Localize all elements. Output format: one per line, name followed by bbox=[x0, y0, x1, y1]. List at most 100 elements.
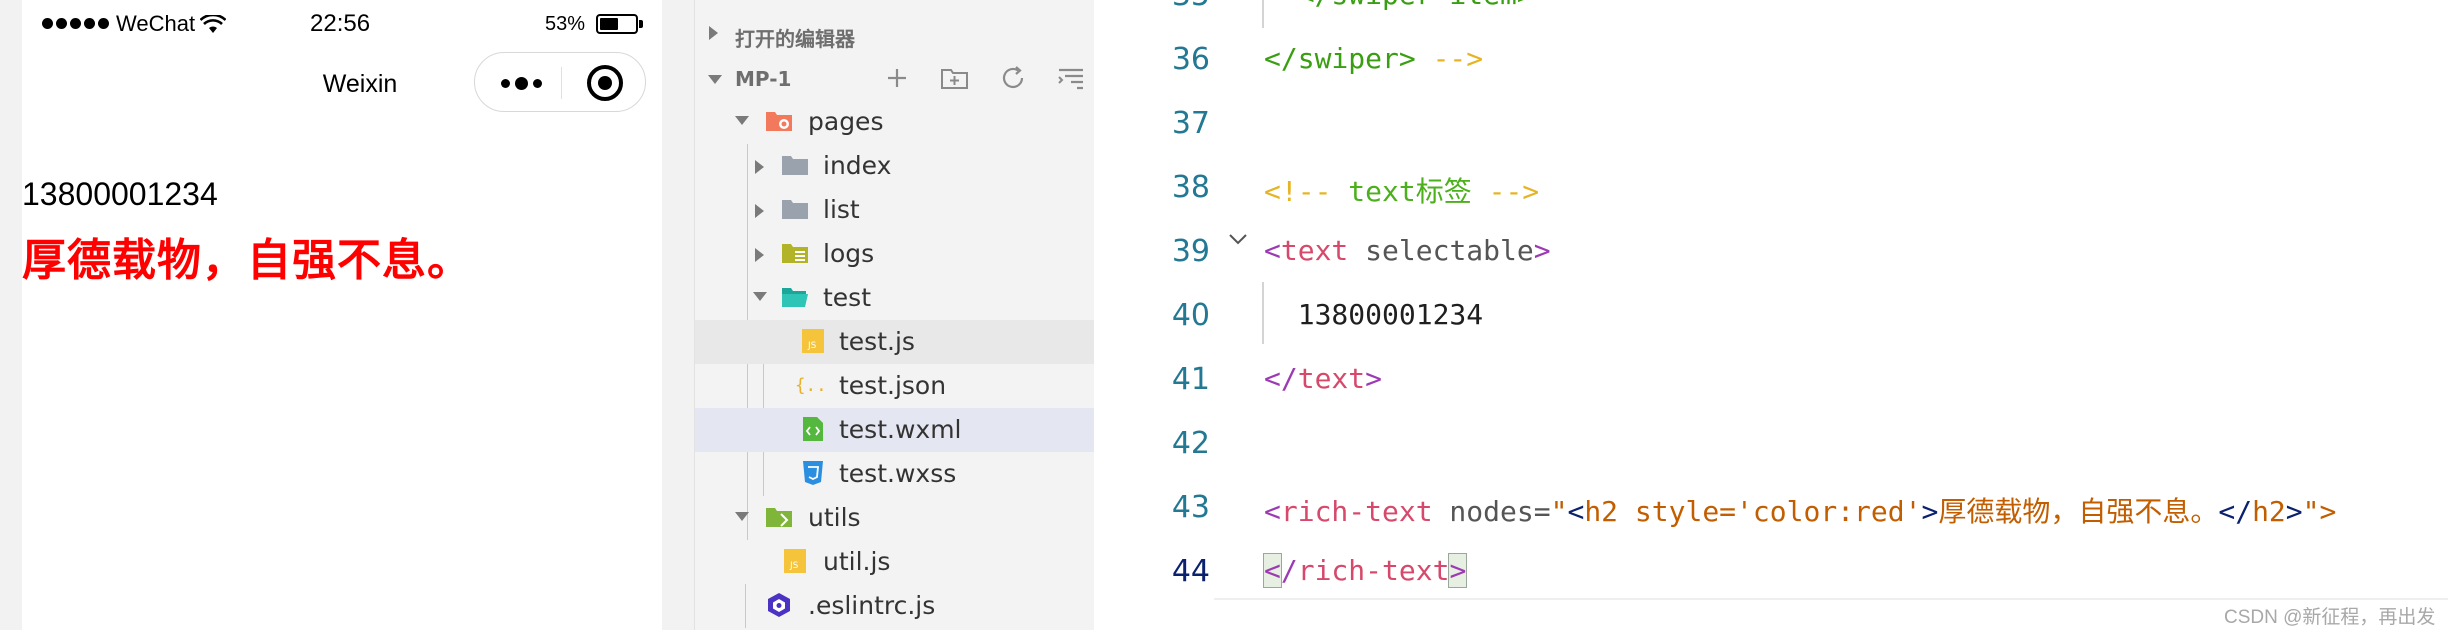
tree-item-utils[interactable]: utils bbox=[695, 496, 1095, 540]
code-token: > bbox=[1448, 553, 1468, 588]
code-token: / bbox=[1280, 554, 1298, 587]
code-editor[interactable]: 35 </swiper-item> 36 </swiper> --> 37 38 <!--… bbox=[1094, 0, 2448, 630]
folder-utils-icon bbox=[766, 508, 792, 527]
code-token: text bbox=[1297, 362, 1366, 395]
code-token: </swiper> bbox=[1264, 42, 1416, 75]
open-editors-section[interactable]: 打开的编辑器 bbox=[695, 12, 1095, 56]
status-time: 22:56 bbox=[310, 10, 371, 37]
chevron-right-icon bbox=[755, 248, 764, 262]
code-token: < bbox=[1264, 234, 1281, 267]
refresh-icon[interactable] bbox=[997, 64, 1029, 92]
code-token: h2 style='color:red' bbox=[1584, 495, 1922, 528]
chevron-down-icon bbox=[708, 75, 722, 84]
folder-pages-icon bbox=[766, 112, 792, 131]
code-token: < bbox=[1264, 495, 1281, 528]
code-token: rich-text bbox=[1280, 495, 1433, 528]
tree-item-logs[interactable]: logs bbox=[695, 232, 1095, 276]
tree-item-util-js[interactable]: JS util.js bbox=[695, 540, 1095, 584]
code-line[interactable]: 38 <!-- text标签 --> bbox=[1094, 156, 2448, 220]
tree-item-pages[interactable]: pages bbox=[695, 100, 1095, 144]
code-line[interactable]: 36 </swiper> --> bbox=[1094, 28, 2448, 92]
code-line[interactable]: 41 </text> bbox=[1094, 348, 2448, 412]
chevron-down-icon bbox=[735, 512, 749, 521]
svg-text:JS: JS bbox=[789, 561, 799, 571]
new-folder-icon[interactable] bbox=[939, 64, 971, 92]
line-number: 35 bbox=[1094, 0, 1210, 13]
code-token: > bbox=[2285, 495, 2303, 528]
signal-strength-icon bbox=[42, 18, 109, 29]
line-number: 42 bbox=[1171, 426, 1210, 461]
tree-item-index[interactable]: index bbox=[695, 144, 1095, 188]
new-file-icon[interactable] bbox=[881, 64, 913, 92]
rich-text-heading: 厚德载物，自强不息。 bbox=[22, 236, 472, 285]
code-text: 13800001234 bbox=[1264, 298, 1483, 331]
phone-screen: WeChat 22:56 53% Weixin 13800001234 厚德载物… bbox=[22, 0, 662, 630]
more-icon[interactable] bbox=[495, 71, 547, 95]
close-mini-program-icon[interactable] bbox=[587, 65, 623, 101]
carrier-name: WeChat bbox=[116, 11, 196, 36]
menu-capsule bbox=[474, 52, 646, 112]
tree-item-test-js[interactable]: JS test.js bbox=[695, 320, 1095, 364]
chevron-down-icon bbox=[753, 292, 767, 301]
code-token: </ bbox=[2218, 495, 2253, 528]
tree-item-test[interactable]: test bbox=[695, 276, 1095, 320]
code-line[interactable]: 35 </swiper-item> bbox=[1094, 0, 2448, 28]
code-token: 厚德载物，自强不息。 bbox=[1938, 495, 2219, 528]
line-number: 44 bbox=[1171, 554, 1210, 589]
project-section[interactable]: MP-1 bbox=[695, 56, 1095, 100]
code-token: h2 bbox=[2252, 495, 2286, 528]
svg-text:{..}: {..} bbox=[795, 376, 823, 396]
code-line[interactable]: 43 <rich-text nodes="<h2 style='color:red… bbox=[1094, 476, 2448, 540]
code-token: rich-text bbox=[1297, 554, 1450, 587]
code-token: selectable bbox=[1348, 234, 1534, 267]
code-line[interactable]: 37 bbox=[1094, 92, 2448, 156]
code-text: <rich-text nodes="<h2 style='color:red'>… bbox=[1264, 490, 2336, 530]
tree-item-test-wxml[interactable]: test.wxml bbox=[695, 408, 1095, 452]
line-number: 40 bbox=[1171, 298, 1210, 333]
code-text: </swiper> --> bbox=[1264, 42, 1483, 75]
code-line[interactable]: 42 bbox=[1094, 412, 2448, 476]
code-text: </text> bbox=[1264, 362, 1382, 395]
code-token: " bbox=[1550, 495, 1568, 528]
chevron-right-icon bbox=[755, 204, 764, 218]
code-text: <text selectable> bbox=[1264, 234, 1551, 267]
code-token: text bbox=[1280, 234, 1349, 267]
battery-percent: 53% bbox=[545, 13, 586, 35]
folder-open-icon bbox=[782, 288, 808, 307]
tree-item-eslintrc[interactable]: .eslintrc.js bbox=[695, 584, 1095, 628]
line-number: 39 bbox=[1171, 234, 1210, 269]
code-token: text标签 bbox=[1331, 175, 1489, 208]
tree-item-test-json[interactable]: {..} test.json bbox=[695, 364, 1095, 408]
tree-item-test-wxss[interactable]: test.wxss bbox=[695, 452, 1095, 496]
code-token: > bbox=[1533, 234, 1551, 267]
code-text: </swiper-item> bbox=[1264, 0, 1534, 11]
line-number: 41 bbox=[1171, 362, 1210, 397]
selectable-text[interactable]: 13800001234 bbox=[22, 176, 218, 213]
code-line[interactable]: 40 13800001234 bbox=[1094, 284, 2448, 348]
code-token: "> bbox=[2302, 495, 2337, 528]
code-token: --> bbox=[1488, 175, 1540, 208]
line-number: 36 bbox=[1171, 42, 1210, 77]
folder-icon bbox=[782, 200, 808, 219]
collapse-all-icon[interactable] bbox=[1055, 64, 1087, 92]
watermark: CSDN @新征程，再出发 bbox=[2224, 607, 2436, 628]
code-token: < bbox=[1263, 553, 1282, 588]
code-line[interactable]: 44 </rich-text> bbox=[1094, 540, 2448, 604]
line-number: 43 bbox=[1171, 490, 1210, 525]
code-token: <!-- bbox=[1264, 175, 1332, 208]
code-token: > bbox=[1921, 495, 1939, 528]
code-token: nodes bbox=[1432, 495, 1534, 528]
status-bar: WeChat 22:56 53% bbox=[22, 0, 662, 50]
code-line[interactable]: 39 <text selectable> bbox=[1094, 220, 2448, 284]
js-file-icon: JS bbox=[784, 549, 806, 573]
wxml-file-icon bbox=[803, 417, 823, 441]
battery-icon bbox=[596, 14, 643, 34]
json-file-icon: {..} bbox=[795, 376, 823, 396]
chevron-right-icon bbox=[709, 26, 718, 40]
wxss-file-icon bbox=[803, 461, 823, 485]
code-token: = bbox=[1533, 495, 1551, 528]
js-file-icon: JS bbox=[802, 329, 824, 353]
tree-item-list[interactable]: list bbox=[695, 188, 1095, 232]
code-token: < bbox=[1567, 495, 1585, 528]
code-token: --> bbox=[1415, 42, 1484, 75]
